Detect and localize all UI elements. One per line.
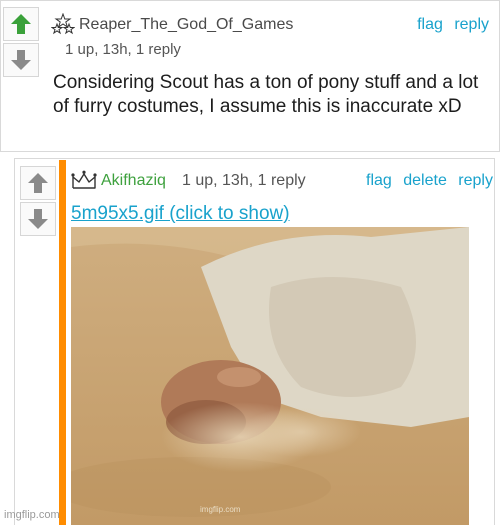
username[interactable]: Akifhaziq xyxy=(101,172,166,190)
vote-column xyxy=(20,166,58,238)
gif-link[interactable]: 5m95x5.gif (click to show) xyxy=(71,203,290,225)
username[interactable]: Reaper_The_God_Of_Games xyxy=(79,16,293,34)
gif-watermark: imgflip.com xyxy=(200,505,241,514)
comment-header: Reaper_The_God_Of_Games 1 up, 13h, 1 rep… xyxy=(51,11,489,58)
comment-meta: 1 up, 13h, 1 reply xyxy=(182,172,306,189)
upvote-button[interactable] xyxy=(20,166,56,200)
imgflip-watermark: imgflip.com xyxy=(4,509,60,521)
arrow-up-icon xyxy=(11,14,31,34)
stars-icon xyxy=(51,13,75,35)
comment-meta: 1 up, 13h, 1 reply xyxy=(65,41,181,58)
flag-link[interactable]: flag xyxy=(417,16,443,33)
arrow-down-icon xyxy=(11,50,31,70)
arrow-up-icon xyxy=(28,173,48,193)
upvote-button[interactable] xyxy=(3,7,39,41)
comment-text: Considering Scout has a ton of pony stuf… xyxy=(53,72,479,117)
downvote-button[interactable] xyxy=(20,202,56,236)
flag-link[interactable]: flag xyxy=(366,172,392,189)
downvote-button[interactable] xyxy=(3,43,39,77)
arrow-down-icon xyxy=(28,209,48,229)
vote-column xyxy=(3,7,41,79)
comment-1: Reaper_The_God_Of_Games 1 up, 13h, 1 rep… xyxy=(0,0,500,152)
reply-link[interactable]: reply xyxy=(454,16,489,33)
delete-link[interactable]: delete xyxy=(403,172,447,189)
crown-icon xyxy=(71,170,97,189)
reply-indicator-bar xyxy=(59,160,66,525)
gif-scene xyxy=(71,227,469,525)
reply-link[interactable]: reply xyxy=(458,172,493,189)
gif-image[interactable] xyxy=(71,227,469,525)
comment-actions: flag delete reply xyxy=(366,172,500,190)
comment-actions: flag reply xyxy=(410,16,489,34)
